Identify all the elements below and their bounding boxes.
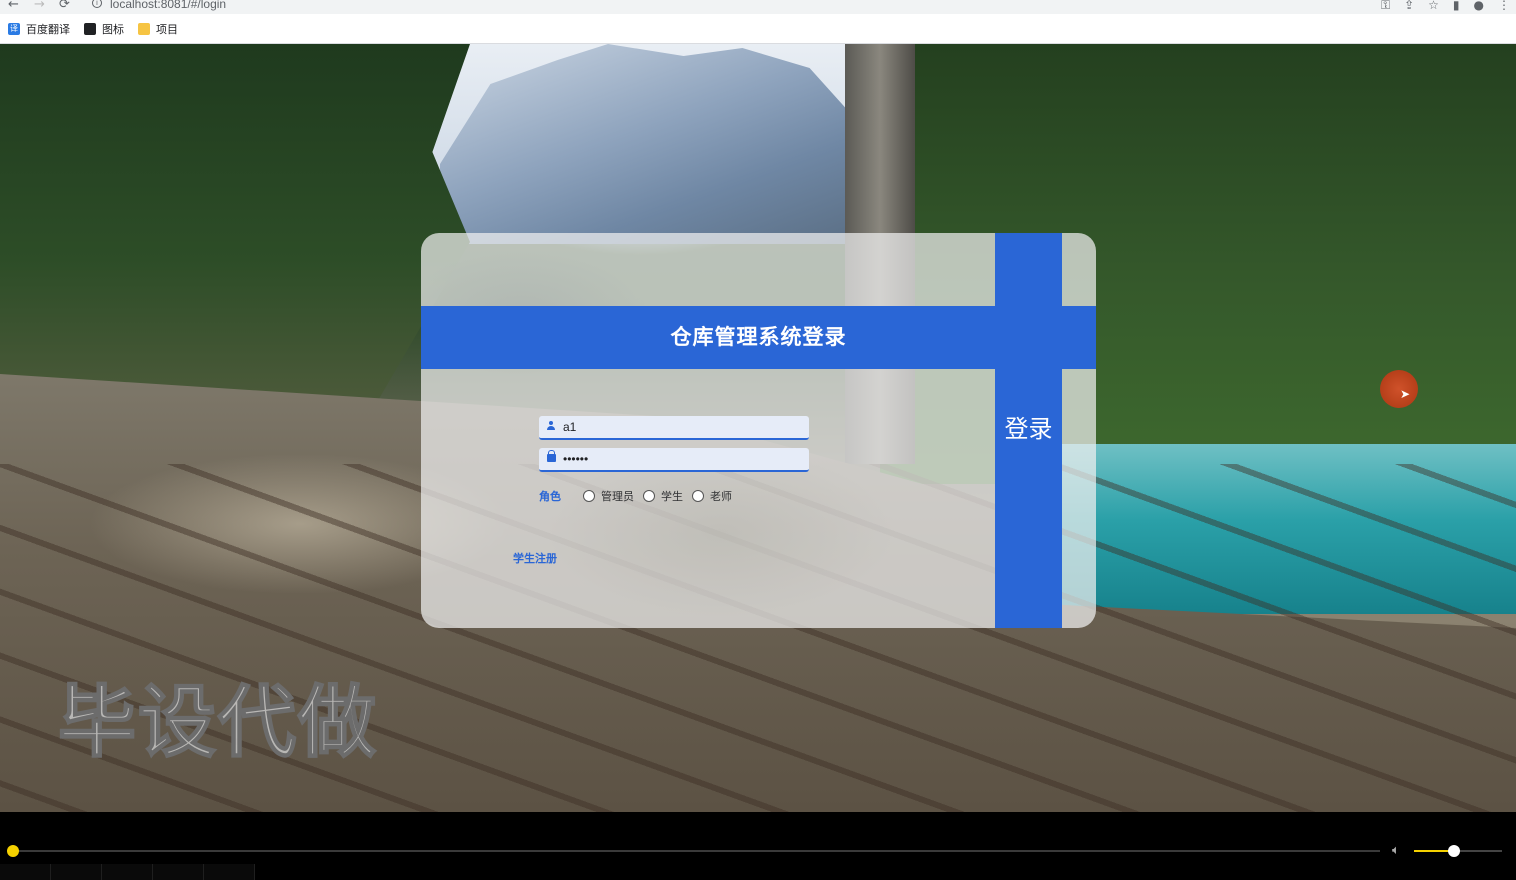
volume-knob[interactable] bbox=[1448, 845, 1460, 857]
video-player-bar: 🔈︎ bbox=[0, 812, 1516, 880]
login-panel: 仓库管理系统登录 登录 a1 •••••• 角色 管理员 学生 老师 学生注册 bbox=[421, 233, 1096, 628]
bookmarks-bar: 译 百度翻译 图标 项目 bbox=[0, 14, 1516, 44]
bookmark-label: 百度翻译 bbox=[26, 22, 70, 36]
username-value[interactable]: a1 bbox=[563, 420, 576, 434]
bookmark-label: 项目 bbox=[156, 22, 178, 36]
cursor-highlight bbox=[1380, 370, 1418, 408]
radio-label: 老师 bbox=[710, 490, 732, 503]
watermark-text: 毕设代做 bbox=[57, 677, 379, 769]
progress-knob[interactable] bbox=[7, 845, 19, 857]
bookmark-translate[interactable]: 译 百度翻译 bbox=[8, 21, 70, 37]
forward-icon[interactable]: → bbox=[34, 0, 45, 12]
reload-icon[interactable]: ⟳ bbox=[59, 0, 70, 12]
image-icon bbox=[84, 22, 96, 35]
star-icon[interactable]: ☆ bbox=[1428, 0, 1439, 12]
profile-icon[interactable]: ● bbox=[1474, 0, 1484, 12]
role-radio-admin[interactable]: 管理员 bbox=[583, 488, 634, 504]
radio-circle-icon[interactable] bbox=[692, 490, 704, 502]
bookmark-label: 图标 bbox=[102, 22, 124, 36]
folder-icon bbox=[138, 22, 150, 35]
url-text[interactable]: localhost:8081/#/login bbox=[110, 0, 226, 11]
radio-label: 学生 bbox=[661, 490, 683, 503]
volume-icon[interactable]: 🔈︎ bbox=[1392, 843, 1400, 858]
browser-toolbar: ← → ⟳ i localhost:8081/#/login ⚿ ⇪ ☆ ▮ ●… bbox=[0, 0, 1516, 14]
translate-icon: 译 bbox=[8, 22, 20, 35]
share-icon[interactable]: ⇪ bbox=[1404, 0, 1414, 12]
key-icon[interactable]: ⚿ bbox=[1381, 0, 1390, 12]
radio-circle-icon[interactable] bbox=[643, 490, 655, 502]
bookmark-icons[interactable]: 图标 bbox=[84, 21, 124, 37]
student-register-link[interactable]: 学生注册 bbox=[513, 550, 557, 566]
role-selector: 角色 管理员 学生 老师 bbox=[539, 488, 741, 504]
username-input[interactable]: a1 bbox=[539, 416, 809, 440]
login-button-label[interactable]: 登录 bbox=[995, 409, 1062, 444]
menu-icon[interactable]: ⋮ bbox=[1498, 0, 1510, 12]
role-radio-student[interactable]: 学生 bbox=[643, 488, 683, 504]
radio-circle-icon[interactable] bbox=[583, 490, 595, 502]
page-title: 仓库管理系统登录 bbox=[670, 325, 847, 349]
back-icon[interactable]: ← bbox=[8, 0, 19, 12]
user-icon bbox=[547, 421, 555, 431]
role-radio-teacher[interactable]: 老师 bbox=[692, 488, 732, 504]
lock-icon bbox=[547, 450, 556, 462]
cursor-icon: ➤ bbox=[1400, 387, 1411, 401]
bookmark-project[interactable]: 项目 bbox=[138, 21, 178, 37]
password-value[interactable]: •••••• bbox=[563, 452, 588, 466]
sidebar-icon[interactable]: ▮ bbox=[1453, 0, 1460, 12]
password-input[interactable]: •••••• bbox=[539, 448, 809, 472]
radio-label: 管理员 bbox=[601, 490, 634, 503]
address-bar[interactable]: i localhost:8081/#/login bbox=[86, 0, 1356, 14]
control-strip bbox=[0, 864, 1516, 880]
info-icon[interactable]: i bbox=[92, 0, 102, 8]
progress-track[interactable] bbox=[14, 850, 1380, 852]
role-label: 角色 bbox=[539, 490, 561, 503]
